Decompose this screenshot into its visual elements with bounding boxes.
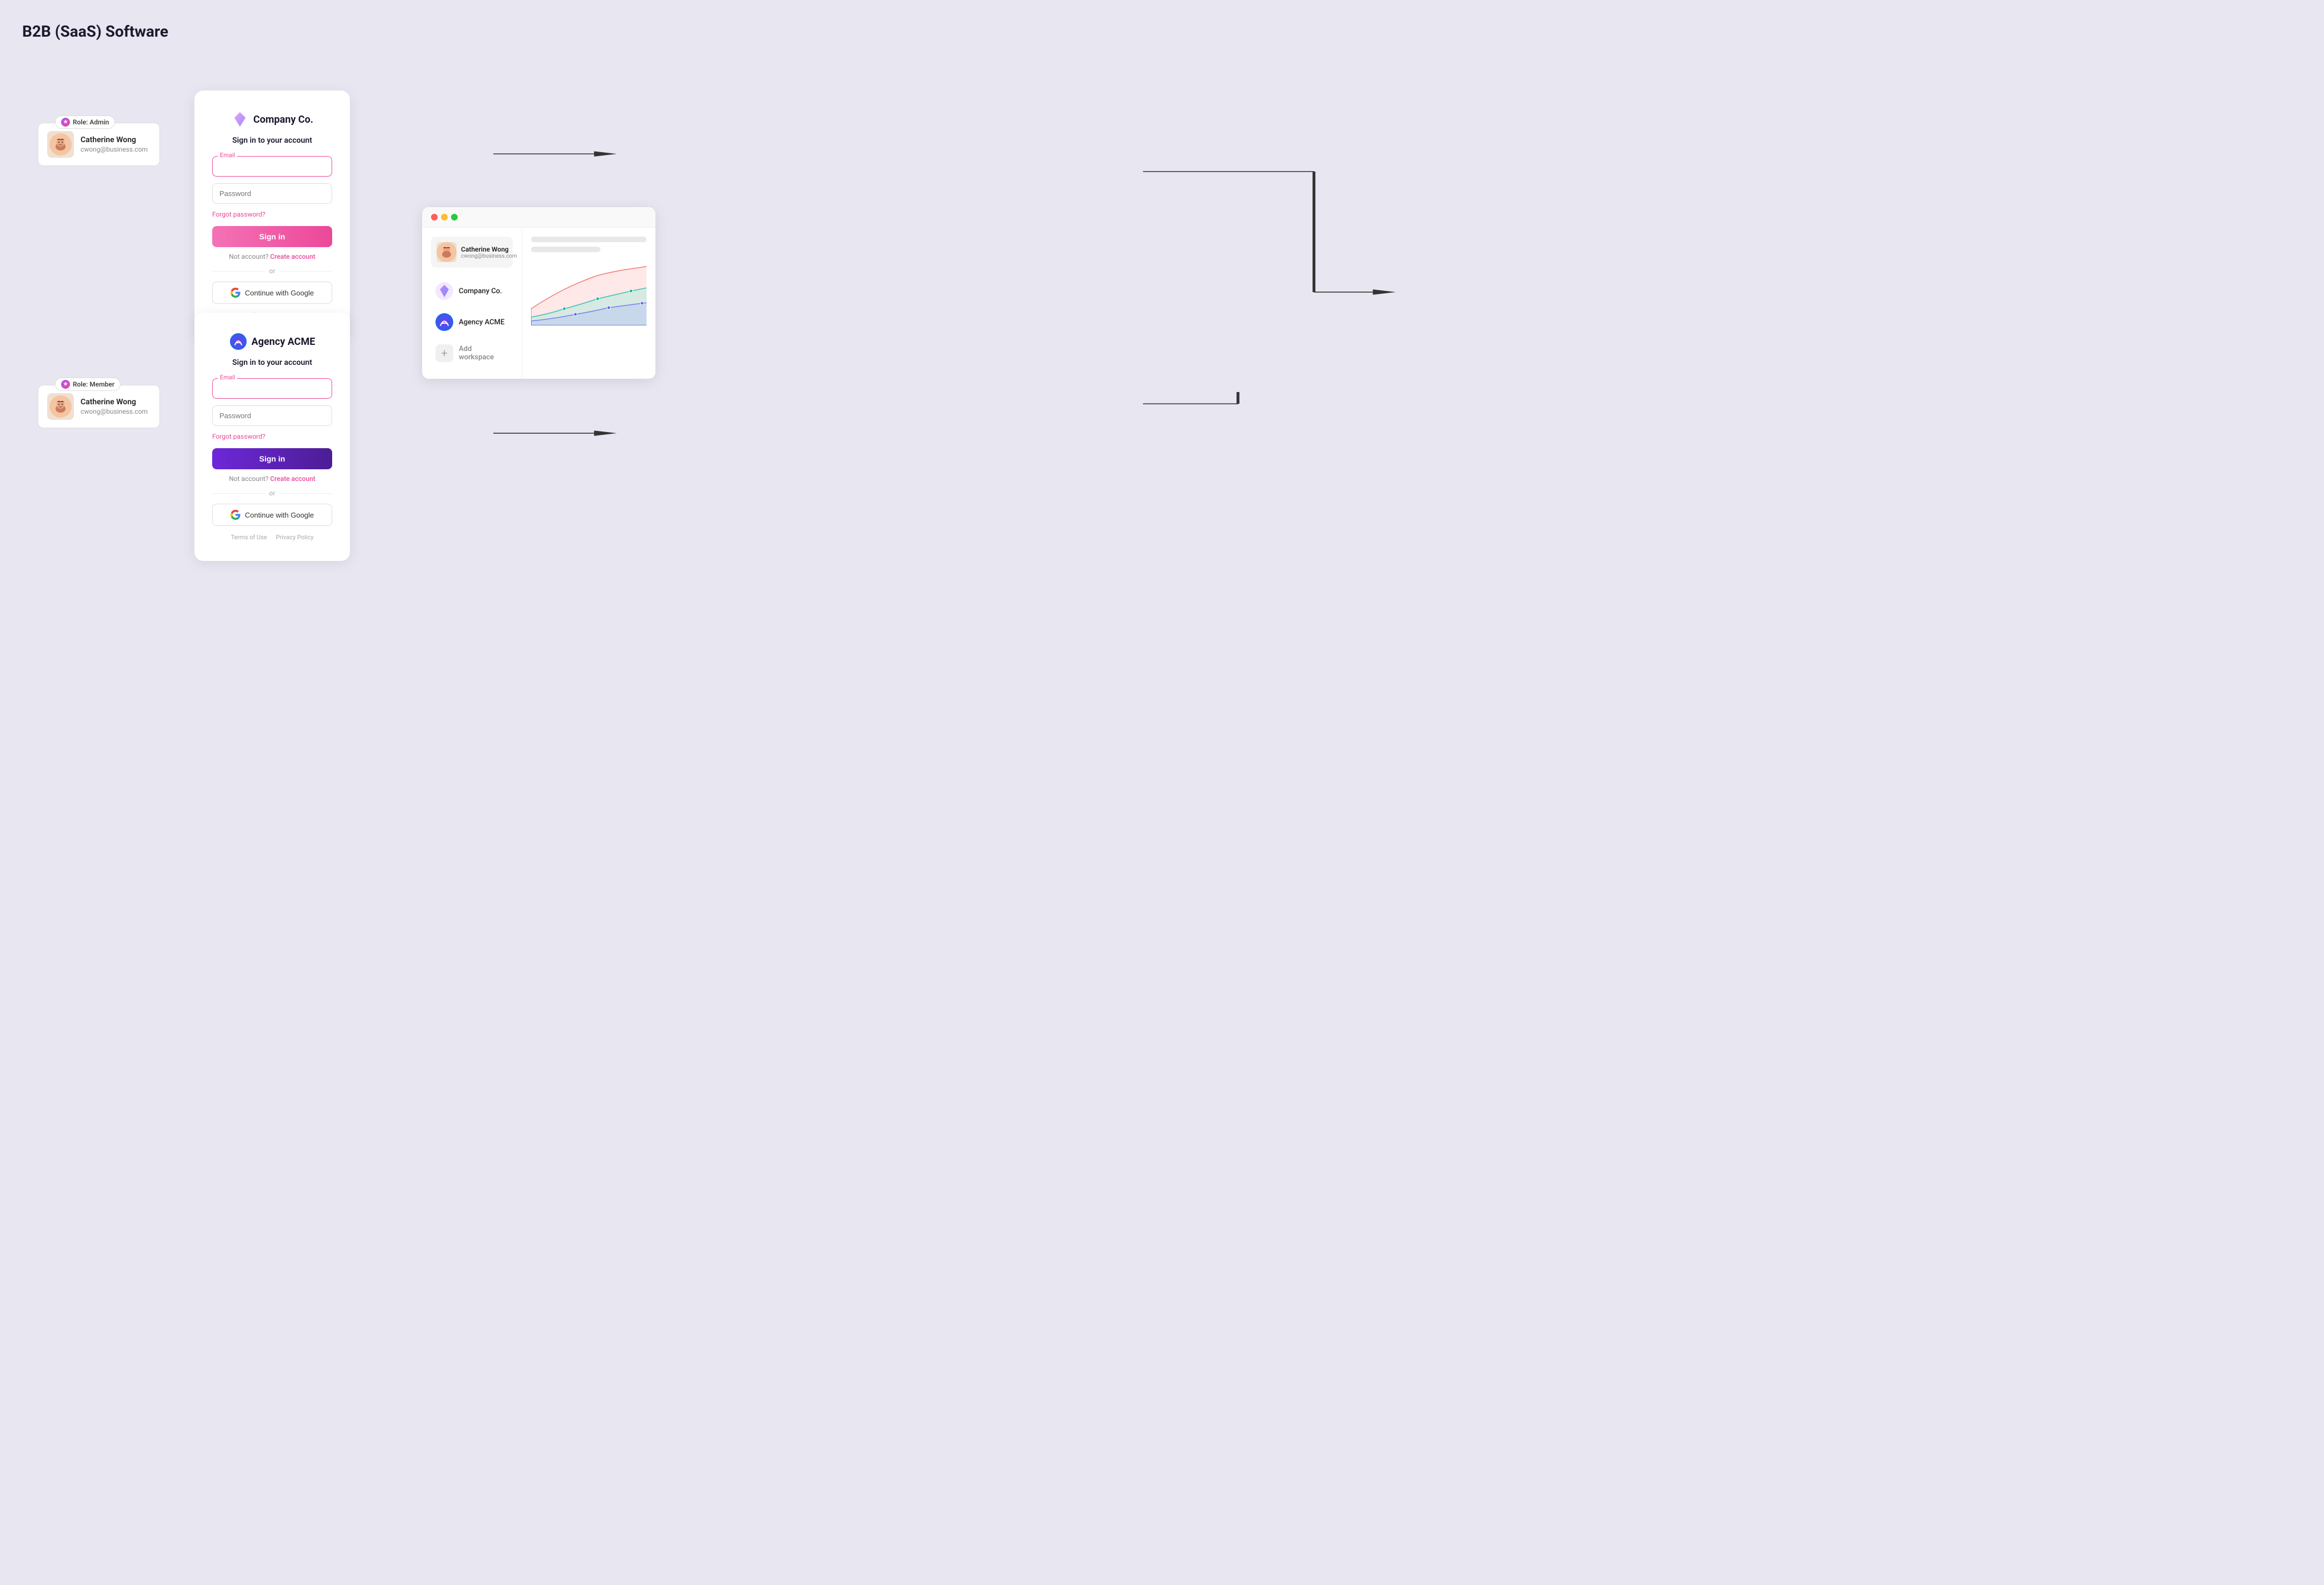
password-input-1[interactable] [212, 183, 332, 204]
login-card-2: Agency ACME Sign in to your account Emai… [194, 313, 350, 561]
password-group-2 [212, 405, 332, 426]
workspace-item-company[interactable]: Company Co. [431, 277, 513, 305]
google-btn-label-1: Continue with Google [245, 289, 314, 297]
password-group-1 [212, 183, 332, 204]
role-label-2: Role: Member [73, 380, 114, 388]
user-name-1: Catherine Wong [81, 136, 148, 144]
login-header-2: Agency ACME Sign in to your account [212, 333, 332, 367]
email-input-1[interactable] [212, 156, 332, 177]
workspace-name-company: Company Co. [459, 287, 502, 295]
workspace-icon-company [435, 282, 453, 300]
user-name-2: Catherine Wong [81, 398, 148, 407]
window-titlebar [422, 207, 655, 228]
user-info-2: Catherine Wong cwong@business.com [81, 398, 148, 415]
workspace-item-add[interactable]: + Add workspace [431, 339, 513, 368]
window-dot-yellow[interactable] [441, 214, 448, 220]
or-text-1: or [269, 267, 276, 275]
not-account-2: Not account? Create account [212, 475, 332, 483]
email-input-2[interactable] [212, 378, 332, 399]
role-badge-2: ★ Role: Member [55, 378, 121, 391]
brand-icon-2 [229, 333, 247, 350]
google-btn-1[interactable]: Continue with Google [212, 282, 332, 304]
login-card-1: Company Co. Sign in to your account Emai… [194, 91, 350, 339]
google-icon-2 [231, 510, 241, 520]
workspace-item-agency[interactable]: Agency ACME [431, 308, 513, 337]
dash-user-text: Catherine Wong cwong@business.com [461, 245, 517, 259]
google-btn-label-2: Continue with Google [245, 511, 314, 519]
brand-logo-1: Company Co. [212, 111, 332, 128]
workspace-name-add: Add workspace [459, 345, 508, 362]
login-subtitle-1: Sign in to your account [212, 136, 332, 145]
window-dot-red[interactable] [431, 214, 438, 220]
user-card-1: ★ Role: Admin Catherine Wong cwong@busin… [38, 123, 160, 166]
login-subtitle-2: Sign in to your account [212, 358, 332, 367]
role-badge-1: ★ Role: Admin [55, 116, 115, 129]
workspace-icon-agency [435, 313, 453, 331]
login-header-1: Company Co. Sign in to your account [212, 111, 332, 145]
dash-user-name: Catherine Wong [461, 245, 517, 253]
privacy-link-2[interactable]: Privacy Policy [276, 534, 314, 541]
user-email-1: cwong@business.com [81, 146, 148, 153]
password-input-2[interactable] [212, 405, 332, 426]
role-label-1: Role: Admin [73, 118, 109, 126]
user-avatar-1 [47, 131, 74, 158]
email-group-1: Email [212, 156, 332, 177]
brand-logo-2: Agency ACME [212, 333, 332, 350]
forgot-password-2[interactable]: Forgot password? [212, 433, 332, 440]
divider-1: or [212, 267, 332, 275]
dashboard-main [522, 228, 655, 379]
sign-in-btn-1[interactable]: Sign in [212, 226, 332, 247]
sign-in-btn-2[interactable]: Sign in [212, 448, 332, 469]
user-avatar-2 [47, 393, 74, 420]
brand-name-2: Agency ACME [252, 336, 315, 348]
forgot-password-1[interactable]: Forgot password? [212, 210, 332, 218]
dashboard-window: Catherine Wong cwong@business.com [422, 207, 655, 379]
chart-area [531, 259, 647, 325]
placeholder-bar-1 [531, 237, 647, 242]
user-card-2: ★ Role: Member Catherine Wong cwong@busi… [38, 385, 160, 428]
dash-user-email: cwong@business.com [461, 253, 517, 259]
divider-2: or [212, 489, 332, 497]
placeholder-bar-2 [531, 247, 600, 252]
google-icon-1 [231, 288, 241, 298]
email-label-2: Email [218, 374, 237, 381]
workspace-icon-add: + [435, 344, 453, 362]
user-email-2: cwong@business.com [81, 408, 148, 415]
workspace-name-agency: Agency ACME [459, 318, 504, 327]
brand-icon-1 [231, 111, 249, 128]
or-text-2: or [269, 489, 276, 497]
dashboard-user-info: Catherine Wong cwong@business.com [431, 237, 513, 268]
role-icon-1: ★ [61, 118, 70, 127]
email-group-2: Email [212, 378, 332, 399]
dashboard-sidebar: Catherine Wong cwong@business.com [422, 228, 522, 379]
dash-avatar [437, 242, 457, 262]
brand-name-1: Company Co. [253, 114, 313, 126]
dashboard-content: Catherine Wong cwong@business.com [422, 228, 655, 379]
user-info-1: Catherine Wong cwong@business.com [81, 136, 148, 153]
role-icon-2: ★ [61, 380, 70, 389]
terms-link-2[interactable]: Terms of Use [231, 534, 267, 541]
create-account-2[interactable]: Create account [270, 475, 315, 483]
email-label-1: Email [218, 152, 237, 159]
page-title: B2B (SaaS) Software [22, 22, 2302, 41]
google-btn-2[interactable]: Continue with Google [212, 504, 332, 526]
card-footer-2: Terms of Use Privacy Policy [212, 534, 332, 541]
window-dot-green[interactable] [451, 214, 458, 220]
not-account-1: Not account? Create account [212, 253, 332, 260]
create-account-1[interactable]: Create account [270, 253, 315, 260]
